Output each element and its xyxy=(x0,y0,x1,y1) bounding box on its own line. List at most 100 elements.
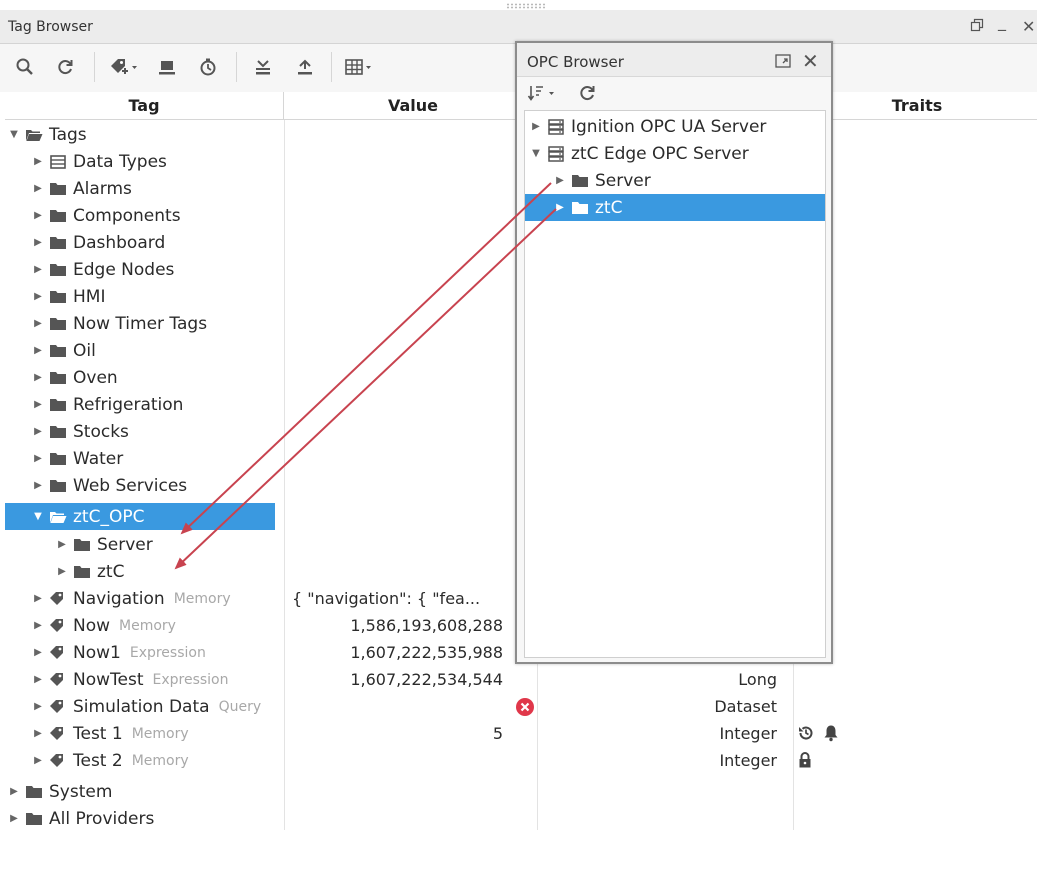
collapsed-caret-icon[interactable]: ▶ xyxy=(29,183,47,194)
folder-icon xyxy=(47,180,69,198)
folder-icon xyxy=(71,536,93,554)
collapsed-caret-icon[interactable]: ▶ xyxy=(29,264,47,275)
tree-row-system[interactable]: ▶ System xyxy=(5,778,1037,805)
collapsed-caret-icon[interactable]: ▶ xyxy=(29,755,47,766)
tag-kind: Memory xyxy=(131,752,189,769)
tag-traits xyxy=(797,724,839,744)
opc-node-label: ztC Edge OPC Server xyxy=(571,143,749,164)
tree-label: Oven xyxy=(73,367,118,388)
tree-label: Tags xyxy=(49,124,87,145)
tree-row-all-providers[interactable]: ▶ All Providers xyxy=(5,805,1037,832)
minimize-window-icon[interactable]: _ xyxy=(998,12,1006,31)
expanded-caret-icon[interactable]: ▼ xyxy=(5,129,23,140)
collapsed-caret-icon[interactable]: ▶ xyxy=(29,674,47,685)
tag-icon xyxy=(47,671,69,689)
collapsed-caret-icon[interactable]: ▶ xyxy=(29,593,47,604)
tree-label: Alarms xyxy=(73,178,132,199)
server-icon xyxy=(545,145,567,163)
collapsed-caret-icon[interactable]: ▶ xyxy=(29,480,47,491)
collapsed-caret-icon[interactable]: ▶ xyxy=(29,426,47,437)
close-panel-icon[interactable]: ✕ xyxy=(802,49,819,73)
collapsed-caret-icon[interactable]: ▶ xyxy=(551,175,569,186)
opc-node-server[interactable]: ▶ Server xyxy=(525,167,825,194)
tag-row-test-2[interactable]: ▶ Test 2 Memory Integer xyxy=(5,747,1037,774)
collapsed-caret-icon[interactable]: ▶ xyxy=(53,539,71,550)
opc-node-ztc-edge-server[interactable]: ▼ ztC Edge OPC Server xyxy=(525,140,825,167)
history-icon[interactable] xyxy=(195,54,221,80)
collapsed-caret-icon[interactable]: ▶ xyxy=(5,813,23,824)
column-header-value[interactable]: Value xyxy=(284,92,543,120)
folder-icon xyxy=(23,783,45,801)
collapsed-caret-icon[interactable]: ▶ xyxy=(29,701,47,712)
close-window-icon[interactable]: ✕ xyxy=(1022,17,1035,36)
opc-browser-panel: OPC Browser ✕ ▶ Ignition OPC UA Server ▼… xyxy=(515,41,833,664)
collapsed-caret-icon[interactable]: ▶ xyxy=(29,453,47,464)
folder-icon xyxy=(569,199,591,217)
import-icon[interactable] xyxy=(154,54,180,80)
collapsed-caret-icon[interactable]: ▶ xyxy=(29,156,47,167)
tag-value xyxy=(285,747,503,774)
opc-tree: ▶ Ignition OPC UA Server ▼ ztC Edge OPC … xyxy=(524,110,826,658)
tree-label: Now Timer Tags xyxy=(73,313,208,334)
folder-open-icon xyxy=(23,126,45,144)
tag-icon xyxy=(47,725,69,743)
tag-name: Navigation xyxy=(73,588,165,609)
opc-node-ztc[interactable]: ▶ ztC xyxy=(525,194,825,221)
expanded-caret-icon[interactable]: ▼ xyxy=(527,148,545,159)
sort-icon[interactable] xyxy=(527,83,559,107)
collapsed-caret-icon[interactable]: ▶ xyxy=(551,202,569,213)
tag-name: Simulation Data xyxy=(73,696,210,717)
collapsed-caret-icon[interactable]: ▶ xyxy=(29,318,47,329)
tag-value: 5 xyxy=(492,724,503,743)
restore-window-icon[interactable] xyxy=(970,17,984,36)
tag-kind: Expression xyxy=(152,671,229,688)
export-icon[interactable] xyxy=(292,54,318,80)
refresh-icon[interactable] xyxy=(577,83,597,107)
collapsed-caret-icon[interactable]: ▶ xyxy=(29,728,47,739)
folder-icon xyxy=(47,207,69,225)
collapsed-caret-icon[interactable]: ▶ xyxy=(53,566,71,577)
folder-icon xyxy=(47,315,69,333)
tag-icon xyxy=(47,590,69,608)
collapsed-caret-icon[interactable]: ▶ xyxy=(29,620,47,631)
tree-label: Refrigeration xyxy=(73,394,184,415)
tag-row-nowtest[interactable]: ▶ NowTest Expression 1,607,222,534,544 Lon… xyxy=(5,666,1037,693)
collapsed-caret-icon[interactable]: ▶ xyxy=(29,237,47,248)
folder-icon xyxy=(47,450,69,468)
collapsed-caret-icon[interactable]: ▶ xyxy=(527,121,545,132)
alarm-bell-icon xyxy=(823,724,839,744)
collapsed-caret-icon[interactable]: ▶ xyxy=(29,372,47,383)
resize-grip[interactable] xyxy=(506,3,546,9)
collapsed-caret-icon[interactable]: ▶ xyxy=(29,210,47,221)
folder-icon xyxy=(47,234,69,252)
add-tag-icon[interactable] xyxy=(104,54,144,80)
column-header-tag[interactable]: Tag xyxy=(5,92,284,120)
tag-row-simulation-data[interactable]: ▶ Simulation Data Query Dataset xyxy=(5,693,1037,720)
collapsed-caret-icon[interactable]: ▶ xyxy=(29,345,47,356)
dock-panel-icon[interactable] xyxy=(775,53,791,72)
column-header-traits[interactable]: Traits xyxy=(797,92,1037,120)
tag-kind: Memory xyxy=(119,617,176,634)
collapsed-caret-icon[interactable]: ▶ xyxy=(29,647,47,658)
tree-label: All Providers xyxy=(49,808,155,829)
expanded-caret-icon[interactable]: ▼ xyxy=(29,511,47,522)
tag-name: Now xyxy=(73,615,111,636)
tag-datatype: Long xyxy=(738,670,777,689)
table-view-icon[interactable] xyxy=(340,54,378,80)
error-icon[interactable] xyxy=(515,697,535,722)
refresh-icon[interactable] xyxy=(52,54,78,80)
collapsed-caret-icon[interactable]: ▶ xyxy=(29,399,47,410)
search-icon[interactable] xyxy=(12,54,38,80)
tag-traits xyxy=(797,751,813,771)
collapsed-caret-icon[interactable]: ▶ xyxy=(5,786,23,797)
folder-icon xyxy=(47,423,69,441)
folder-icon xyxy=(47,369,69,387)
tree-label: Stocks xyxy=(73,421,129,442)
tag-row-test-1[interactable]: ▶ Test 1 Memory 5 Integer xyxy=(5,720,1037,747)
server-icon xyxy=(545,118,567,136)
folder-icon xyxy=(47,477,69,495)
collapsed-caret-icon[interactable]: ▶ xyxy=(29,291,47,302)
opc-browser-titlebar: OPC Browser ✕ xyxy=(517,43,831,77)
collapse-icon[interactable] xyxy=(250,54,276,80)
opc-node-ignition-server[interactable]: ▶ Ignition OPC UA Server xyxy=(525,113,825,140)
